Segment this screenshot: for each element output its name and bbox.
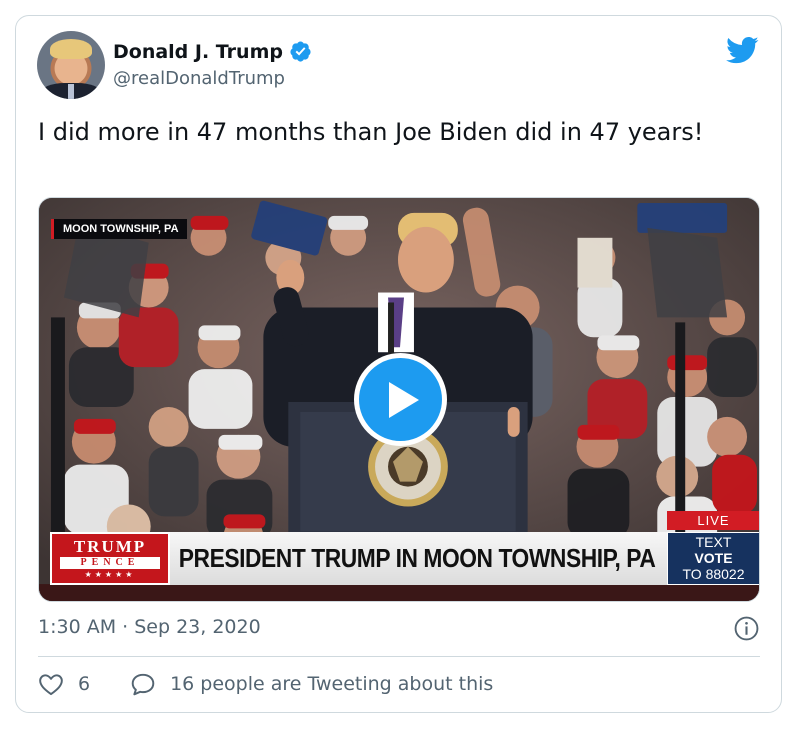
play-button[interactable] [354,353,447,446]
author-name-row[interactable]: Donald J. Trump [113,40,312,63]
campaign-logo: TRUMP PENCE ★★★★★ [50,532,170,585]
lower-third-banner: TRUMP PENCE ★★★★★ PRESIDENT TRUMP IN MOO… [50,511,759,585]
vote-line3: TO 88022 [682,566,745,582]
avatar-hair [50,39,92,59]
text-vote-box: TEXT VOTE TO 88022 [667,532,759,585]
avatar[interactable] [37,31,105,99]
vote-line1: TEXT [695,534,732,550]
like-count[interactable]: 6 [78,673,90,695]
video-headline: PRESIDENT TRUMP IN MOON TOWNSHIP, PA [170,532,667,585]
live-badge: LIVE [667,511,759,530]
logo-line1: TRUMP [73,537,147,556]
logo-stars: ★★★★★ [84,570,136,579]
logo-line2: PENCE [60,557,160,569]
author-name[interactable]: Donald J. Trump [113,41,283,63]
verified-badge-icon [290,41,311,62]
divider [38,656,760,657]
video-player[interactable]: MOON TOWNSHIP, PA TRUMP PENCE ★★★★★ PRES… [38,197,760,602]
play-icon [389,382,419,418]
avatar-tie [68,84,74,99]
author-handle[interactable]: @realDonaldTrump [113,68,285,89]
conversation-link[interactable]: 16 people are Tweeting about this [170,673,493,695]
vote-line2: VOTE [694,550,733,566]
info-icon[interactable] [734,616,759,641]
tweet-actions: 6 16 people are Tweeting about this [38,672,493,696]
tweet-timestamp[interactable]: 1:30 AM · Sep 23, 2020 [38,616,261,638]
tweet-card[interactable]: Donald J. Trump @realDonaldTrump I did m… [15,15,782,713]
reply-bubble-icon[interactable] [130,672,156,696]
like-heart-icon[interactable] [38,672,64,696]
tweet-text: I did more in 47 months than Joe Biden d… [38,118,704,146]
play-button-circle[interactable] [359,358,442,441]
twitter-bird-icon[interactable] [726,36,759,65]
location-tag: MOON TOWNSHIP, PA [51,219,187,239]
